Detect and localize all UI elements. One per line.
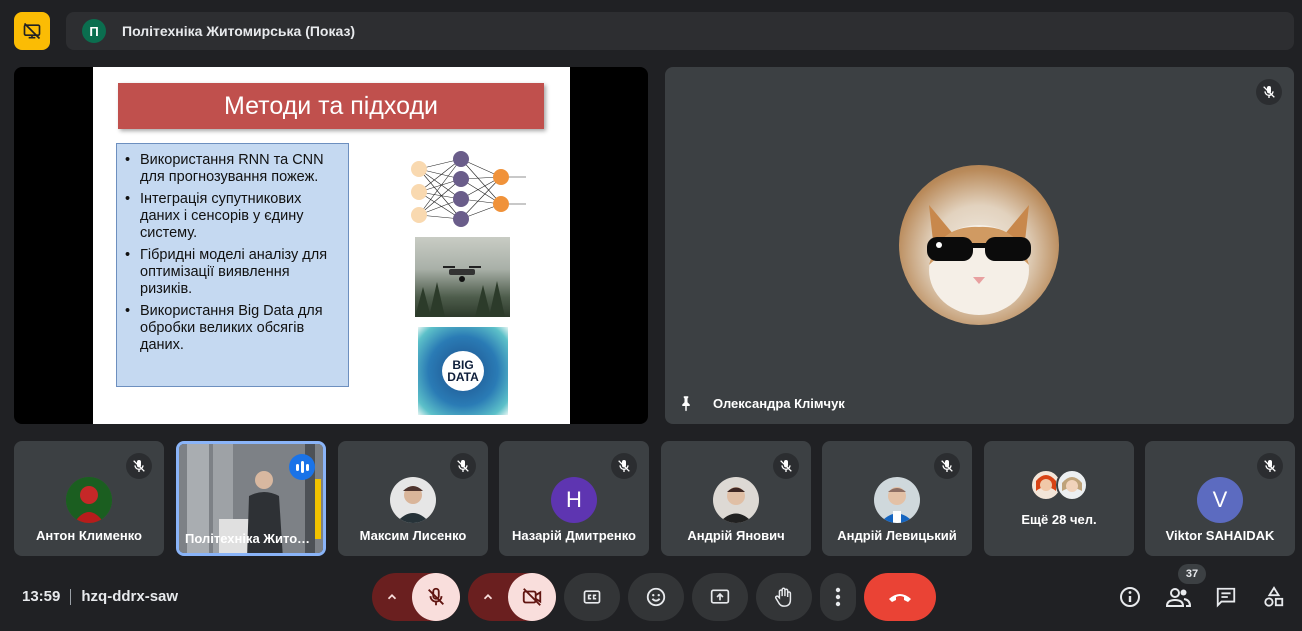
meeting-title-bar[interactable]: П Політехніка Житомирська (Показ): [66, 12, 1294, 50]
mic-toggle-button[interactable]: [412, 573, 460, 621]
pinned-participant-name: Олександра Клімчук: [713, 396, 845, 411]
meeting-avatar: П: [82, 19, 106, 43]
participant-tile[interactable]: Н Назарій Дмитренко: [499, 441, 649, 556]
muted-badge: [611, 453, 637, 479]
info-icon: [1120, 587, 1140, 607]
mic-off-icon: [1263, 86, 1275, 98]
participant-name: Viktor SAHAIDAK: [1165, 528, 1275, 543]
mic-off-icon: [780, 460, 792, 472]
captions-button[interactable]: [564, 573, 620, 621]
speaking-indicator: [289, 454, 315, 480]
slide-bullet: Інтеграція супутникових даних і сенсорів…: [123, 191, 344, 242]
chat-icon: [1216, 587, 1236, 608]
muted-badge: [773, 453, 799, 479]
muted-badge: [450, 453, 476, 479]
participant-tile-speaking[interactable]: Політехніка Житомирська: [176, 441, 326, 556]
participant-avatar: Н: [551, 477, 597, 523]
clock-time: 13:59: [22, 588, 61, 605]
participant-tile[interactable]: Максим Лисенко: [338, 441, 488, 556]
leave-call-button[interactable]: [864, 573, 936, 621]
participant-tile[interactable]: Андрій Левицький: [822, 441, 972, 556]
mic-off-icon: [133, 460, 145, 472]
mic-off-icon: [428, 587, 444, 606]
activities-button[interactable]: [1259, 582, 1289, 612]
participant-tile[interactable]: Андрій Янович: [661, 441, 811, 556]
camera-control-group: [468, 573, 556, 621]
camera-options-button[interactable]: [468, 573, 508, 621]
mic-control-group: [372, 573, 460, 621]
more-vert-icon: [835, 587, 841, 607]
participant-name: Андрій Левицький: [837, 528, 957, 543]
mic-options-button[interactable]: [372, 573, 412, 621]
captions-icon: [583, 590, 601, 604]
participant-avatar: [713, 477, 759, 523]
participant-name: Назарій Дмитренко: [512, 528, 636, 543]
participant-name: Максим Лисенко: [359, 528, 467, 543]
people-count-badge: 37: [1178, 564, 1206, 584]
mic-off-icon: [457, 460, 469, 472]
muted-badge: [934, 453, 960, 479]
muted-badge: [1256, 79, 1282, 105]
camera-toggle-button[interactable]: [508, 573, 556, 621]
participant-name: Антон Клименко: [36, 528, 142, 543]
chevron-up-icon: [387, 594, 397, 600]
participant-name: Андрій Янович: [687, 528, 785, 543]
meeting-title: Політехніка Житомирська (Показ): [122, 23, 356, 39]
drone-forest-image: [415, 237, 510, 317]
emoji-icon: [646, 587, 666, 607]
camera-off-icon: [522, 588, 542, 606]
chevron-up-icon: [483, 594, 493, 600]
present-off-icon: [23, 22, 41, 40]
participant-name: Політехніка Житомирська: [185, 531, 317, 546]
chat-button[interactable]: [1211, 582, 1241, 612]
pinned-participant-tile[interactable]: Олександра Клімчук: [665, 67, 1294, 424]
slide: Методи та підходи Використання RNN та CN…: [93, 67, 570, 424]
slide-bullet: Використання RNN та CNN для прогнозуванн…: [123, 152, 344, 186]
participant-avatar: [874, 477, 920, 523]
people-icon: [1165, 588, 1191, 607]
presentation-toggle-button[interactable]: [14, 12, 50, 50]
mic-off-icon: [1264, 460, 1276, 472]
muted-badge: [1257, 453, 1283, 479]
activities-icon: [1264, 586, 1284, 607]
participant-tile[interactable]: V Viktor SAHAIDAK: [1145, 441, 1295, 556]
more-options-button[interactable]: [820, 573, 856, 621]
presentation-area: Методи та підходи Використання RNN та CN…: [14, 67, 648, 424]
present-screen-button[interactable]: [692, 573, 748, 621]
slide-bullet: Гібридні моделі аналізу для оптимізації …: [123, 247, 344, 298]
call-end-icon: [889, 594, 911, 602]
muted-badge: [126, 453, 152, 479]
mic-off-icon: [941, 460, 953, 472]
present-icon: [710, 589, 730, 604]
big-data-image: BIG DATA: [418, 327, 508, 415]
participant-avatar: [66, 477, 112, 523]
pin-icon[interactable]: [677, 393, 695, 413]
participant-avatar: V: [1197, 477, 1243, 523]
slide-bullet-box: Використання RNN та CNN для прогнозуванн…: [116, 143, 349, 387]
meeting-info: 13:59 hzq-ddrx-saw: [22, 588, 179, 606]
participant-tile[interactable]: Антон Клименко: [14, 441, 164, 556]
slide-bullet: Використання Big Data для обробки велики…: [123, 303, 344, 354]
slide-title: Методи та підходи: [118, 83, 544, 129]
hand-icon: [775, 587, 792, 607]
raise-hand-button[interactable]: [756, 573, 812, 621]
more-participants-label: Ещё 28 чел.: [1021, 512, 1097, 527]
neural-network-image: [411, 151, 526, 227]
participant-avatar: [390, 477, 436, 523]
more-participants-tile[interactable]: Ещё 28 чел.: [984, 441, 1134, 556]
reactions-button[interactable]: [628, 573, 684, 621]
meeting-details-button[interactable]: [1115, 582, 1145, 612]
stacked-avatars: [1030, 469, 1090, 501]
participant-avatar: [899, 165, 1059, 325]
people-button[interactable]: [1163, 582, 1193, 612]
mic-off-icon: [618, 460, 630, 472]
meeting-code: hzq-ddrx-saw: [81, 588, 179, 605]
